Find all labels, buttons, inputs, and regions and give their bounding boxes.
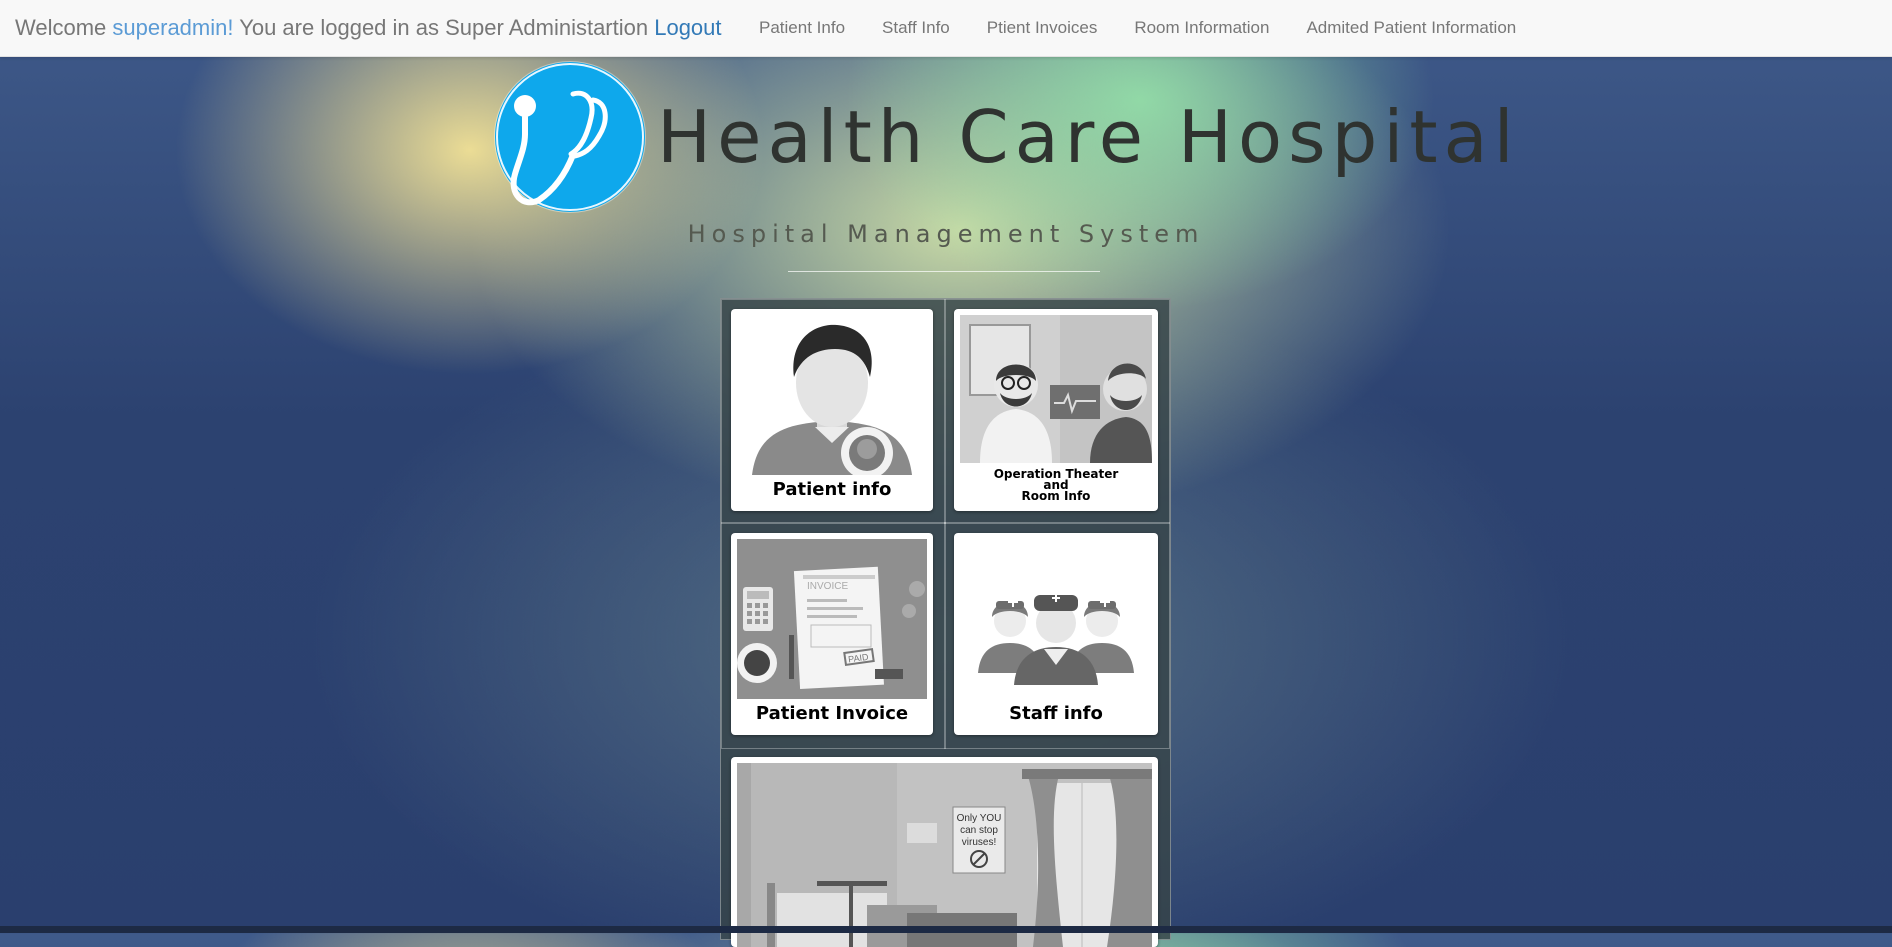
hospital-room-image: Only YOU can stop viruses! <box>737 763 1152 947</box>
dashboard-tiles: Patient info Operation Theater and Room … <box>720 298 1171 947</box>
patient-invoice-tile[interactable]: INVOICE PAID Patient Invoice <box>731 533 933 735</box>
invoice-heading-text: INVOICE <box>807 581 848 592</box>
welcome-prefix: Welcome <box>15 15 113 40</box>
poster-line2: can stop <box>960 825 998 836</box>
patient-invoice-label: Patient Invoice <box>755 703 909 724</box>
logged-in-text: You are logged in as Super Administartio… <box>233 15 655 40</box>
operation-theater-label: Operation Theater and Room Info <box>954 468 1158 503</box>
nav-links: Patient Info Staff Info Ptient Invoices … <box>741 18 1535 38</box>
patient-info-tile[interactable]: Patient info <box>731 309 933 511</box>
room-info-tile[interactable]: Only YOU can stop viruses! <box>731 757 1158 947</box>
poster-line1: Only YOU <box>957 813 1002 824</box>
patient-avatar-image <box>737 315 927 475</box>
bottom-edge-bar <box>0 926 1892 933</box>
welcome-message: Welcome superadmin! You are logged in as… <box>15 15 722 41</box>
nav-patient-invoices[interactable]: Ptient Invoices <box>968 18 1116 38</box>
nav-patient-info[interactable]: Patient Info <box>741 18 864 38</box>
top-navbar: Welcome superadmin! You are logged in as… <box>0 0 1892 57</box>
nav-room-information[interactable]: Room Information <box>1116 18 1288 38</box>
operation-label-line3: Room Info <box>1021 489 1091 503</box>
hospital-brand: Health Care Hospital <box>495 62 1520 212</box>
medical-staff-image <box>960 539 1152 699</box>
username: superadmin! <box>112 15 234 40</box>
page-title: Health Care Hospital <box>657 95 1520 179</box>
patient-info-label: Patient info <box>772 479 892 500</box>
stethoscope-icon <box>495 62 645 212</box>
page-subtitle: Hospital Management System <box>687 220 1205 248</box>
invoice-image: INVOICE PAID <box>737 539 927 699</box>
nav-admitted-patient-information[interactable]: Admited Patient Information <box>1288 18 1535 38</box>
doctor-consultation-image <box>960 315 1152 463</box>
operation-theater-tile[interactable]: Operation Theater and Room Info <box>954 309 1158 511</box>
logout-link[interactable]: Logout <box>654 15 721 40</box>
staff-info-tile[interactable]: Staff info <box>954 533 1158 735</box>
title-divider <box>788 271 1100 272</box>
staff-info-label: Staff info <box>1009 703 1103 724</box>
poster-line3: viruses! <box>962 837 996 848</box>
nav-staff-info[interactable]: Staff Info <box>864 18 969 38</box>
